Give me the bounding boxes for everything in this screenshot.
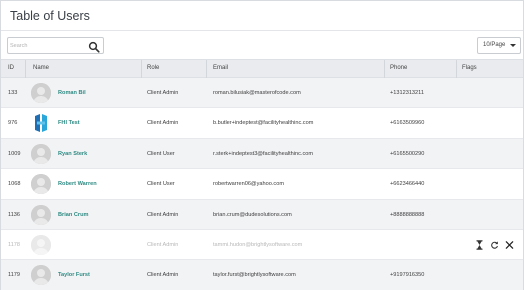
table-row[interactable]: 1068 Robert Warren Client User robertwar… (1, 169, 523, 200)
search-input[interactable] (10, 39, 84, 52)
table-row-pending[interactable]: 1178 Client Admin tammi.hudon@brightlyso… (1, 230, 523, 261)
column-divider (25, 60, 26, 79)
user-avatar-icon (31, 174, 51, 195)
search-icon[interactable] (88, 40, 100, 53)
users-table: ID Name Role Email Phone Flags 133 Roman… (1, 59, 523, 290)
flag-actions (475, 239, 514, 251)
fhi-logo-icon (32, 113, 50, 133)
cell-email: r.sterk+indeptest3@facilityhealthinc.com (213, 150, 314, 157)
per-page-select[interactable]: 10/Page (477, 37, 521, 54)
cell-id: 1136 (8, 211, 21, 218)
table-row[interactable]: 1136 Brian Crum Client Admin brian.crum@… (1, 199, 523, 230)
hourglass-icon (475, 240, 484, 250)
cell-role: Client Admin (147, 120, 179, 127)
column-header-name[interactable]: Name (33, 65, 49, 71)
chevron-down-icon (510, 44, 516, 47)
cell-name-link[interactable]: FHI Test (58, 120, 80, 126)
user-avatar-icon (31, 204, 51, 225)
cell-role: Client Admin (147, 90, 179, 96)
cell-id: 1068 (8, 181, 21, 188)
column-divider (456, 60, 457, 79)
divider (1, 30, 523, 31)
refresh-icon[interactable] (490, 240, 499, 250)
cell-phone: +9197916350 (390, 272, 425, 279)
cell-id: 1178 (8, 241, 21, 248)
cell-email: robertwarren06@yahoo.com (213, 181, 284, 188)
cell-phone: +6163509960 (390, 120, 425, 127)
column-header-flags[interactable]: Flags (462, 65, 477, 71)
per-page-value: 10/Page (483, 42, 506, 48)
user-avatar-icon (31, 234, 51, 255)
users-panel: Table of Users 10/Page ID Name Role Emai… (0, 0, 524, 290)
cell-id: 1179 (8, 272, 21, 279)
cell-role: Client User (147, 150, 175, 157)
user-avatar-icon (31, 265, 51, 286)
table-header: ID Name Role Email Phone Flags (1, 59, 523, 79)
table-row[interactable]: 1009 Ryan Sterk Client User r.sterk+inde… (1, 138, 523, 170)
cell-id: 976 (8, 120, 18, 127)
table-row[interactable]: 1179 Taylor Furst Client Admin taylor.fu… (1, 260, 523, 290)
cell-role: Client User (147, 181, 175, 188)
cell-name-link[interactable]: Taylor Furst (58, 272, 90, 278)
cell-email: roman.bilusiak@masterofcode.com (213, 90, 301, 96)
search-box[interactable] (7, 37, 104, 54)
page-title: Table of Users (10, 9, 90, 23)
cell-id: 133 (8, 90, 18, 96)
table-row[interactable]: 976 FHI Test Client Admin b.butler+indep… (1, 108, 523, 139)
cell-email: tammi.hudon@brightlysoftware.com (213, 241, 303, 248)
cell-name-link[interactable]: Roman Bil (58, 90, 86, 96)
cell-phone: +6165500290 (390, 150, 425, 157)
cell-phone: +1312313211 (390, 90, 424, 96)
cell-name-link[interactable]: Brian Crum (58, 212, 88, 218)
column-divider (141, 60, 142, 79)
cell-id: 1009 (8, 150, 21, 157)
column-header-phone[interactable]: Phone (390, 65, 407, 71)
user-avatar-icon (31, 83, 51, 103)
user-avatar-icon (31, 143, 51, 164)
cell-name-link[interactable]: Robert Warren (58, 181, 97, 187)
column-header-role[interactable]: Role (147, 65, 159, 71)
cell-role: Client Admin (147, 241, 179, 248)
column-header-id[interactable]: ID (8, 65, 14, 71)
cell-role: Client Admin (147, 272, 179, 279)
column-divider (384, 60, 385, 79)
cell-phone: +8888888888 (390, 211, 425, 218)
cell-role: Client Admin (147, 211, 179, 218)
cell-name-link[interactable]: Ryan Sterk (58, 151, 87, 157)
column-divider (206, 60, 207, 79)
column-header-email[interactable]: Email (213, 65, 228, 71)
table-row[interactable]: 133 Roman Bil Client Admin roman.bilusia… (1, 78, 523, 109)
cell-email: taylor.furst@brightlysoftware.com (213, 272, 296, 279)
cell-email: brian.crum@dudesolutions.com (213, 211, 292, 218)
cell-phone: +6623466440 (390, 181, 425, 188)
cell-email: b.butler+indeptest@facilityhealthinc.com (213, 120, 314, 127)
close-icon[interactable] (505, 240, 514, 250)
